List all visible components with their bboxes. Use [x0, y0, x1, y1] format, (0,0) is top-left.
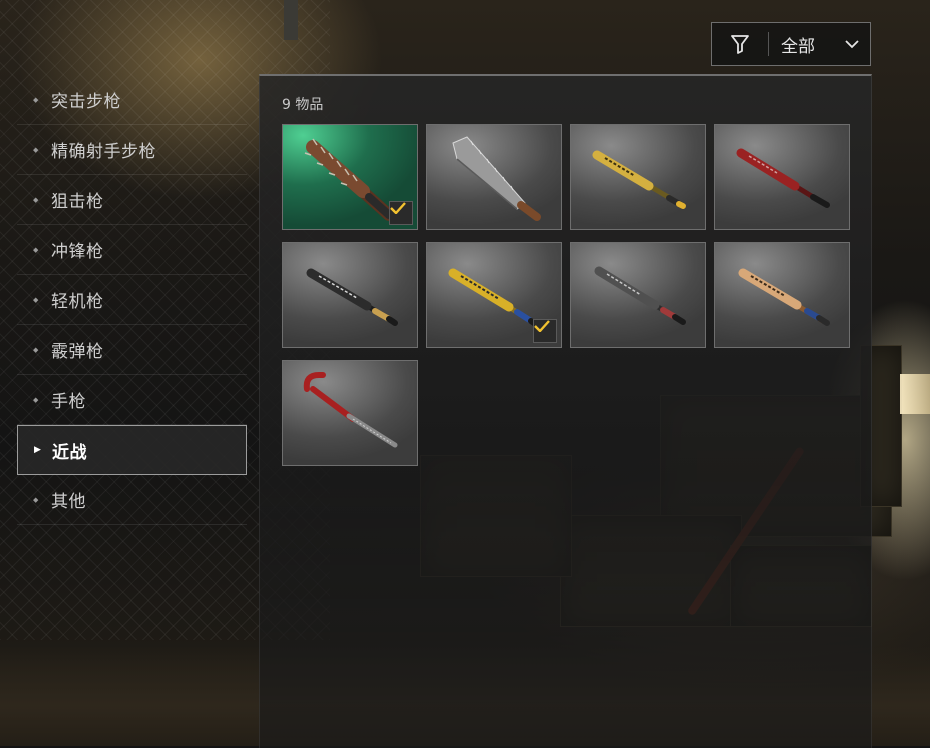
crowbar-icon — [303, 372, 398, 448]
category-label: 霰弹枪 — [51, 342, 104, 362]
category-melee[interactable]: ▶ 近战 — [17, 425, 247, 475]
category-pistol[interactable]: ◆ 手枪 — [17, 375, 247, 425]
category-assault-rifle[interactable]: ◆ 突击步枪 — [17, 75, 247, 125]
black-bat-icon — [306, 268, 398, 326]
filter-dropdown[interactable]: 全部 — [711, 22, 871, 66]
fence-pole — [284, 0, 298, 40]
machete-item[interactable] — [426, 124, 562, 230]
category-dmr[interactable]: ◆ 精确射手步枪 — [17, 125, 247, 175]
wooden-bat-item[interactable] — [714, 242, 850, 348]
background-light — [900, 374, 930, 414]
category-label: 冲锋枪 — [51, 242, 104, 262]
bullet-icon: ◆ — [33, 345, 39, 354]
machete-icon — [452, 136, 541, 221]
bullet-icon: ◆ — [33, 395, 39, 404]
category-label: 突击步枪 — [51, 92, 121, 112]
gray-bat-item[interactable] — [570, 242, 706, 348]
wooden-bat-icon — [738, 268, 830, 326]
category-smg[interactable]: ◆ 冲锋枪 — [17, 225, 247, 275]
bullet-icon: ◆ — [33, 195, 39, 204]
filter-value: 全部 — [781, 36, 815, 57]
category-lmg[interactable]: ◆ 轻机枪 — [17, 275, 247, 325]
equipped-check-icon — [389, 201, 413, 225]
yellow-blue-bat-item[interactable] — [426, 242, 562, 348]
category-label: 狙击枪 — [51, 192, 104, 212]
category-sidebar: ◆ 突击步枪 ◆ 精确射手步枪 ◆ 狙击枪 ◆ 冲锋枪 ◆ 轻机枪 ◆ 霰弹枪 … — [17, 75, 247, 525]
chevron-down-icon — [834, 39, 870, 49]
gold-bat-item[interactable] — [570, 124, 706, 230]
crowbar-item[interactable] — [282, 360, 418, 466]
category-label: 精确射手步枪 — [51, 142, 156, 162]
bullet-icon: ◆ — [33, 245, 39, 254]
gold-bat-icon — [592, 150, 686, 209]
play-arrow-icon: ▶ — [34, 445, 41, 455]
category-shotgun[interactable]: ◆ 霰弹枪 — [17, 325, 247, 375]
category-other[interactable]: ◆ 其他 — [17, 475, 247, 525]
gray-bat-icon — [594, 266, 686, 325]
bullet-icon: ◆ — [33, 295, 39, 304]
red-bat-item[interactable] — [714, 124, 850, 230]
category-sniper[interactable]: ◆ 狙击枪 — [17, 175, 247, 225]
category-label: 近战 — [52, 442, 87, 463]
bullet-icon: ◆ — [33, 495, 39, 504]
category-label: 其他 — [51, 492, 86, 512]
inventory-panel: 9 物品 — [259, 74, 872, 748]
equipped-check-icon — [533, 319, 557, 343]
category-label: 手枪 — [51, 392, 86, 412]
bullet-icon: ◆ — [33, 95, 39, 104]
item-grid — [282, 124, 850, 466]
red-bat-icon — [736, 148, 830, 208]
item-count: 9 物品 — [282, 97, 324, 113]
black-bat-item[interactable] — [282, 242, 418, 348]
spiked-bat-item[interactable] — [282, 124, 418, 230]
bullet-icon: ◆ — [33, 145, 39, 154]
filter-icon — [712, 34, 768, 54]
category-label: 轻机枪 — [51, 292, 104, 312]
